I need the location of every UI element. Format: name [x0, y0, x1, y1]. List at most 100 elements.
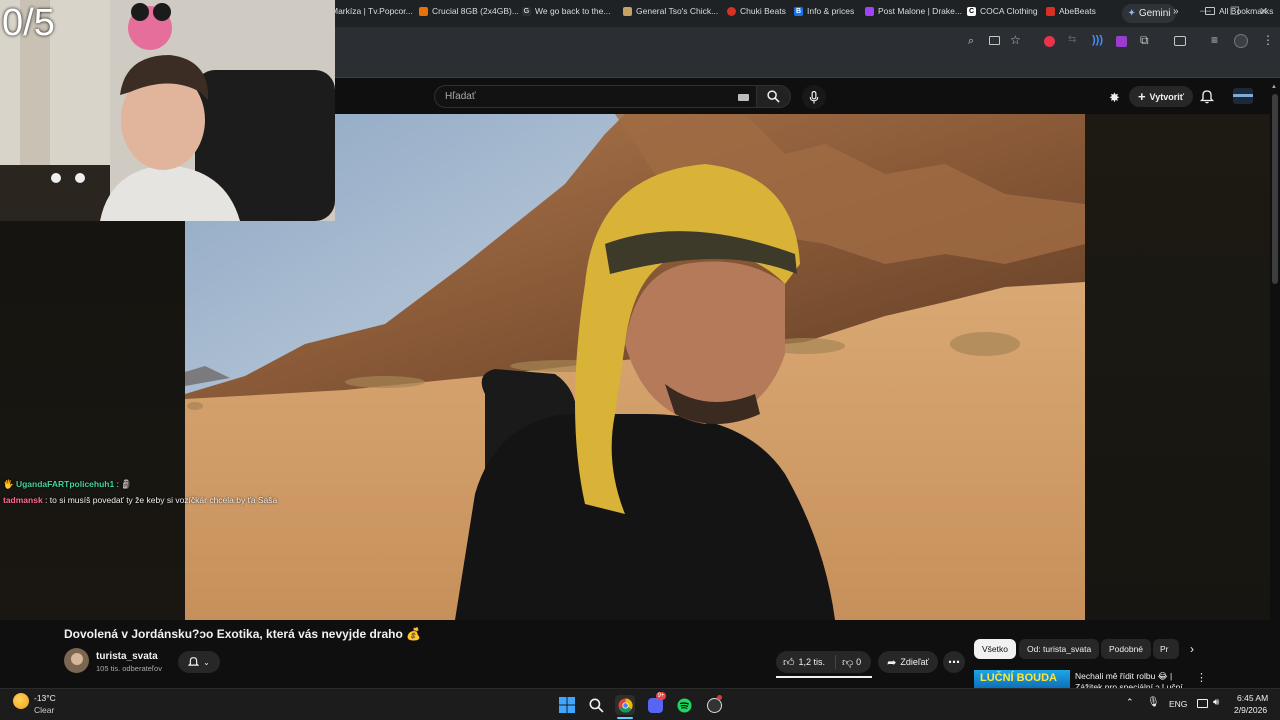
cast-icon[interactable] [1174, 36, 1186, 46]
bookmark-favicon [727, 6, 736, 16]
bookmark-item[interactable]: Markíza | Tv.Popcor... [331, 4, 413, 18]
chat-text: to si musíš povedať ty že keby si vozíčk… [49, 495, 278, 505]
chip-partial[interactable]: Pr [1153, 639, 1179, 659]
chip-all[interactable]: Všetko [974, 639, 1016, 659]
search-input[interactable]: Hľadať [434, 85, 757, 108]
bookmark-favicon [419, 6, 428, 16]
bookmark-item[interactable]: Post Malone | Drake... [865, 4, 962, 18]
zoom-icon[interactable]: ⌕ [968, 35, 974, 48]
chat-username: UgandaFARTpolicehuh1 [15, 479, 115, 489]
extensions-puzzle-icon[interactable]: ⧉ [1140, 33, 1149, 48]
subscribed-notifications-button[interactable]: ⌄ [178, 651, 220, 673]
bookmark-favicon: B [794, 6, 803, 16]
chat-message: tadmansk : to si musíš povedať ty že keb… [3, 495, 278, 505]
language-indicator[interactable]: ENG [1169, 699, 1187, 709]
channel-name[interactable]: turista_svata [96, 651, 158, 662]
profile-avatar[interactable] [1234, 34, 1248, 48]
taskbar-search-icon[interactable] [586, 695, 606, 715]
search-button[interactable] [757, 85, 791, 108]
thumbs-up-icon: 👍︎ [783, 656, 795, 669]
gear-badge-icon[interactable]: ✸ [1109, 90, 1120, 106]
windows-taskbar [0, 688, 1280, 720]
chips-next-icon[interactable]: › [1190, 642, 1194, 656]
share-button[interactable]: ➦ Zdieľať [878, 651, 938, 673]
extension-wave-icon[interactable]: ))) [1092, 34, 1103, 46]
extension-twitch-icon[interactable] [1116, 36, 1127, 47]
weather-description: Clear [34, 705, 55, 715]
all-bookmarks-button[interactable]: All Bookmarks [1205, 4, 1273, 18]
google-icon: G [522, 6, 531, 16]
clock-time[interactable]: 6:45 AM [1237, 693, 1268, 703]
recommended-thumbnail[interactable]: LUČNÍ BOUDA [974, 670, 1070, 688]
chevron-down-icon: ⌄ [203, 657, 210, 667]
subscriber-count: 105 tis. odberateľov [96, 664, 162, 673]
account-avatar[interactable] [1233, 88, 1253, 104]
video-side-blur [1085, 114, 1270, 620]
chat-username: tadmansk [3, 495, 43, 505]
like-button[interactable]: 👍︎ 1,2 tis. [776, 655, 836, 669]
scroll-up-icon[interactable]: ▲ [1271, 84, 1277, 90]
bookmarks-overflow-icon[interactable]: » [1173, 4, 1179, 18]
chrome-taskbar-icon[interactable] [615, 695, 635, 715]
tray-microphone-icon[interactable]: 🎙︎ [1147, 697, 1160, 708]
challenge-counter: 0/5 [2, 2, 55, 44]
keyboard-icon[interactable] [738, 94, 749, 101]
bookmark-item[interactable]: AbeBeats [1046, 4, 1096, 18]
tray-overflow-icon[interactable]: ⌃ [1126, 697, 1134, 708]
more-dots-icon: ⋯ [948, 655, 960, 669]
recording-dot-icon [717, 695, 722, 700]
gemini-button[interactable]: ✦ Gemini [1122, 4, 1176, 23]
weather-moon-icon[interactable] [13, 693, 29, 709]
bookmark-favicon [623, 6, 632, 16]
chip-related[interactable]: Podobné [1101, 639, 1152, 659]
bookmark-item[interactable]: C COCA Clothing [967, 4, 1038, 18]
stream-chat-area [0, 221, 185, 620]
video-title: Dovolená v Jordánsku?ↄo Exotika, která v… [64, 627, 422, 641]
bookmark-favicon: C [967, 6, 976, 16]
chip-from-channel[interactable]: Od: turista_svata [1019, 639, 1100, 659]
microphone-icon [809, 90, 819, 104]
more-actions-button[interactable]: ⋯ [943, 651, 965, 673]
clock-date[interactable]: 2/9/2026 [1234, 705, 1267, 715]
dislike-count: 0 [856, 657, 862, 667]
bookmark-favicon [865, 6, 874, 16]
chat-text: 🗿 [121, 479, 132, 489]
recommended-title[interactable]: Nechali mě řídit rolbu 😂 | Zážitek pro s… [1075, 671, 1190, 688]
create-button[interactable]: + Vytvoriť [1129, 86, 1193, 107]
reading-list-icon[interactable]: ≡ [1211, 33, 1218, 47]
plus-icon: + [1137, 88, 1146, 104]
install-app-icon[interactable] [989, 36, 1000, 45]
voice-search-button[interactable] [802, 85, 826, 109]
spotify-taskbar-icon[interactable] [674, 695, 694, 715]
extension-arrows-icon[interactable]: ⇆ [1068, 34, 1076, 45]
active-app-indicator [617, 717, 633, 719]
like-dislike-bar: 👍︎ 1,2 tis. 👎︎ 0 [776, 651, 871, 673]
extension-red-icon[interactable] [1044, 36, 1055, 47]
bookmark-item[interactable]: General Tso's Chick... [623, 4, 718, 18]
bookmark-favicon [1046, 6, 1055, 16]
network-icon[interactable] [1197, 699, 1208, 708]
recommended-menu-icon[interactable]: ⋮ [1196, 671, 1207, 684]
search-icon [767, 90, 780, 103]
bell-icon [188, 657, 200, 666]
bookmark-item[interactable]: Crucial 8GB (2x4GB)... [419, 4, 519, 18]
bookmark-item[interactable]: Chuki Beats [727, 4, 786, 18]
bookmark-star-icon[interactable]: ☆ [1010, 33, 1021, 47]
like-ratio-bar [776, 676, 872, 678]
sparkle-icon: ✦ [1127, 8, 1136, 19]
gemini-label: Gemini [1138, 8, 1171, 19]
bookmark-item[interactable]: B Info & prices [794, 4, 854, 18]
windows-start-icon[interactable] [557, 695, 577, 715]
page-scrollbar[interactable] [1272, 94, 1278, 284]
notifications-bell-icon[interactable] [1199, 89, 1215, 109]
weather-temperature[interactable]: -13°C [34, 693, 56, 703]
chat-message: 🖐 UgandaFARTpolicehuh1 : 🗿 [3, 479, 132, 489]
discord-badge: 9+ [656, 692, 666, 700]
browser-menu-icon[interactable]: ⋮ [1262, 33, 1274, 47]
chat-badge-icon: 🖐 [3, 479, 14, 489]
volume-icon[interactable]: 🔊︎ [1213, 697, 1219, 708]
channel-avatar[interactable] [64, 648, 89, 673]
dislike-button[interactable]: 👎︎ 0 [836, 656, 861, 669]
bookmark-item[interactable]: G We go back to the... [522, 4, 610, 18]
thumbs-down-icon: 👎︎ [842, 656, 854, 669]
